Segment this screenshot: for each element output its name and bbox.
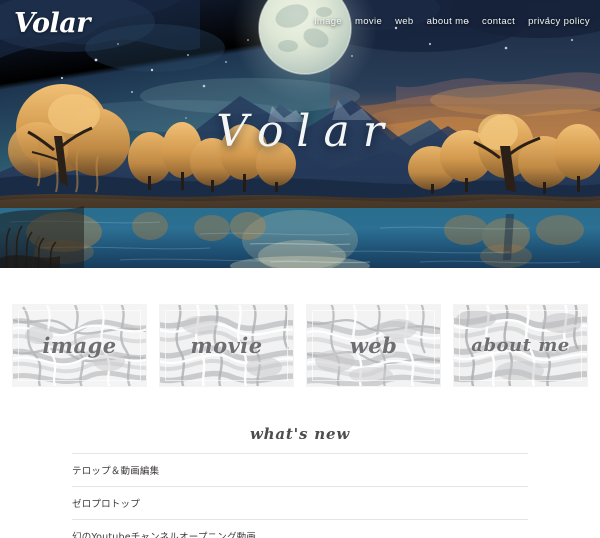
nav-item-privacy-policy[interactable]: privacy policy xyxy=(528,16,590,27)
news-list-item[interactable]: ゼロプロトップ xyxy=(72,486,528,519)
nav-item-about-me[interactable]: about me xyxy=(427,16,469,27)
card-web[interactable]: web xyxy=(307,305,440,386)
news-item-title: テロップ＆動画編集 xyxy=(72,466,160,477)
hero-title: Volar xyxy=(216,106,397,157)
card-label-web: web xyxy=(349,333,398,358)
category-cards: image movie web about me xyxy=(13,305,587,386)
main-navigation: image movie web about me contact privacy… xyxy=(314,16,590,27)
news-list-item[interactable]: 幻のYoutubeチャンネルオープニング動画 xyxy=(72,519,528,538)
card-about-me[interactable]: about me xyxy=(454,305,587,386)
card-label-about-me: about me xyxy=(471,335,570,356)
whats-new-list: テロップ＆動画編集 ゼロプロトップ 幻のYoutubeチャンネルオープニング動画 xyxy=(72,453,528,538)
news-item-title: ゼロプロトップ xyxy=(72,499,140,510)
hero-section: Volar image movie web about me contact p… xyxy=(0,0,600,268)
site-logo[interactable]: Volar xyxy=(14,10,90,37)
news-item-title: 幻のYoutubeチャンネルオープニング動画 xyxy=(72,532,257,538)
whats-new-heading: what's new xyxy=(249,425,351,443)
homepage: Volar image movie web about me contact p… xyxy=(0,0,600,538)
card-movie[interactable]: movie xyxy=(160,305,293,386)
nav-item-image[interactable]: image xyxy=(314,16,342,27)
nav-item-contact[interactable]: contact xyxy=(482,16,515,27)
nav-item-movie[interactable]: movie xyxy=(355,16,382,27)
card-label-image: image xyxy=(42,333,117,358)
nav-item-web[interactable]: web xyxy=(395,16,413,27)
news-list-item[interactable]: テロップ＆動画編集 xyxy=(72,453,528,486)
card-image[interactable]: image xyxy=(13,305,146,386)
card-label-movie: movie xyxy=(190,333,263,358)
